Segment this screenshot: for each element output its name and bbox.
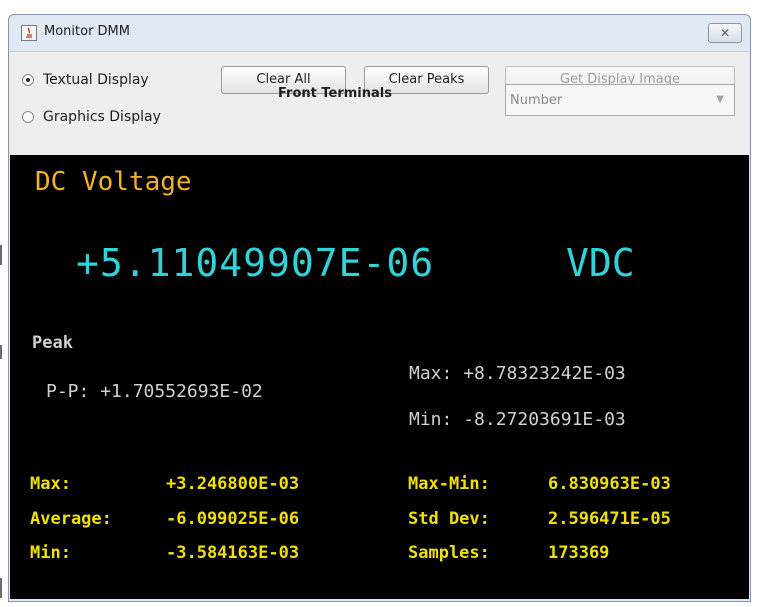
format-select-value: Number	[510, 93, 563, 108]
desktop-edge	[0, 345, 2, 359]
control-toolbar: Textual Display Graphics Display Clear A…	[10, 51, 749, 156]
stat-min-label: Min:	[30, 543, 71, 563]
peak-max-label: Max:	[409, 363, 453, 384]
stat-max-value: +3.246800E-03	[166, 474, 300, 494]
radio-textual-display[interactable]: Textual Display	[22, 72, 149, 88]
stat-samples-label: Samples:	[408, 543, 490, 563]
radio-label-textual: Textual Display	[43, 72, 149, 88]
measurement-mode: DC Voltage	[35, 167, 192, 197]
radio-graphics-display[interactable]: Graphics Display	[22, 109, 161, 125]
stat-min-value: -3.584163E-03	[166, 543, 300, 563]
front-terminals-label: Front Terminals	[278, 86, 392, 101]
peak-to-peak: P-P: +1.70552693E-02	[46, 381, 263, 402]
stat-maxmin-label: Max-Min:	[408, 474, 490, 494]
peak-min: Min: -8.27203691E-03	[409, 409, 626, 430]
java-app-icon	[21, 25, 37, 41]
peak-max-value: +8.78323242E-03	[463, 363, 626, 384]
stat-max-label: Max:	[30, 474, 71, 494]
window-title: Monitor DMM	[44, 24, 130, 39]
pp-value: +1.70552693E-02	[100, 381, 263, 402]
peak-min-value: -8.27203691E-03	[463, 409, 626, 430]
chevron-down-icon: ▼	[716, 94, 724, 105]
monitor-dmm-window: Monitor DMM ✕ Textual Display Graphics D…	[8, 14, 751, 602]
peak-label: Peak	[32, 333, 73, 353]
measurement-display: DC Voltage +5.11049907E-06 VDC Peak P-P:…	[10, 155, 749, 599]
format-select[interactable]: Number ▼	[505, 84, 735, 116]
primary-reading: +5.11049907E-06	[76, 241, 435, 285]
stat-maxmin-value: 6.830963E-03	[548, 474, 671, 494]
stat-average-value: -6.099025E-06	[166, 509, 300, 529]
desktop-edge	[0, 245, 2, 265]
title-bar[interactable]: Monitor DMM ✕	[9, 15, 750, 51]
stat-stddev-label: Std Dev:	[408, 509, 490, 529]
close-icon: ✕	[719, 26, 731, 40]
stat-average-label: Average:	[30, 509, 112, 529]
radio-label-graphics: Graphics Display	[43, 109, 161, 125]
peak-max: Max: +8.78323242E-03	[409, 363, 626, 384]
stat-samples-value: 173369	[548, 543, 610, 563]
radio-button-unchecked[interactable]	[22, 111, 34, 123]
pp-label: P-P:	[46, 381, 90, 402]
radio-button-checked[interactable]	[22, 74, 34, 86]
peak-min-label: Min:	[409, 409, 453, 430]
close-button[interactable]: ✕	[708, 23, 742, 43]
desktop-edge	[0, 578, 2, 598]
stat-stddev-value: 2.596471E-05	[548, 509, 671, 529]
reading-unit: VDC	[566, 241, 635, 285]
